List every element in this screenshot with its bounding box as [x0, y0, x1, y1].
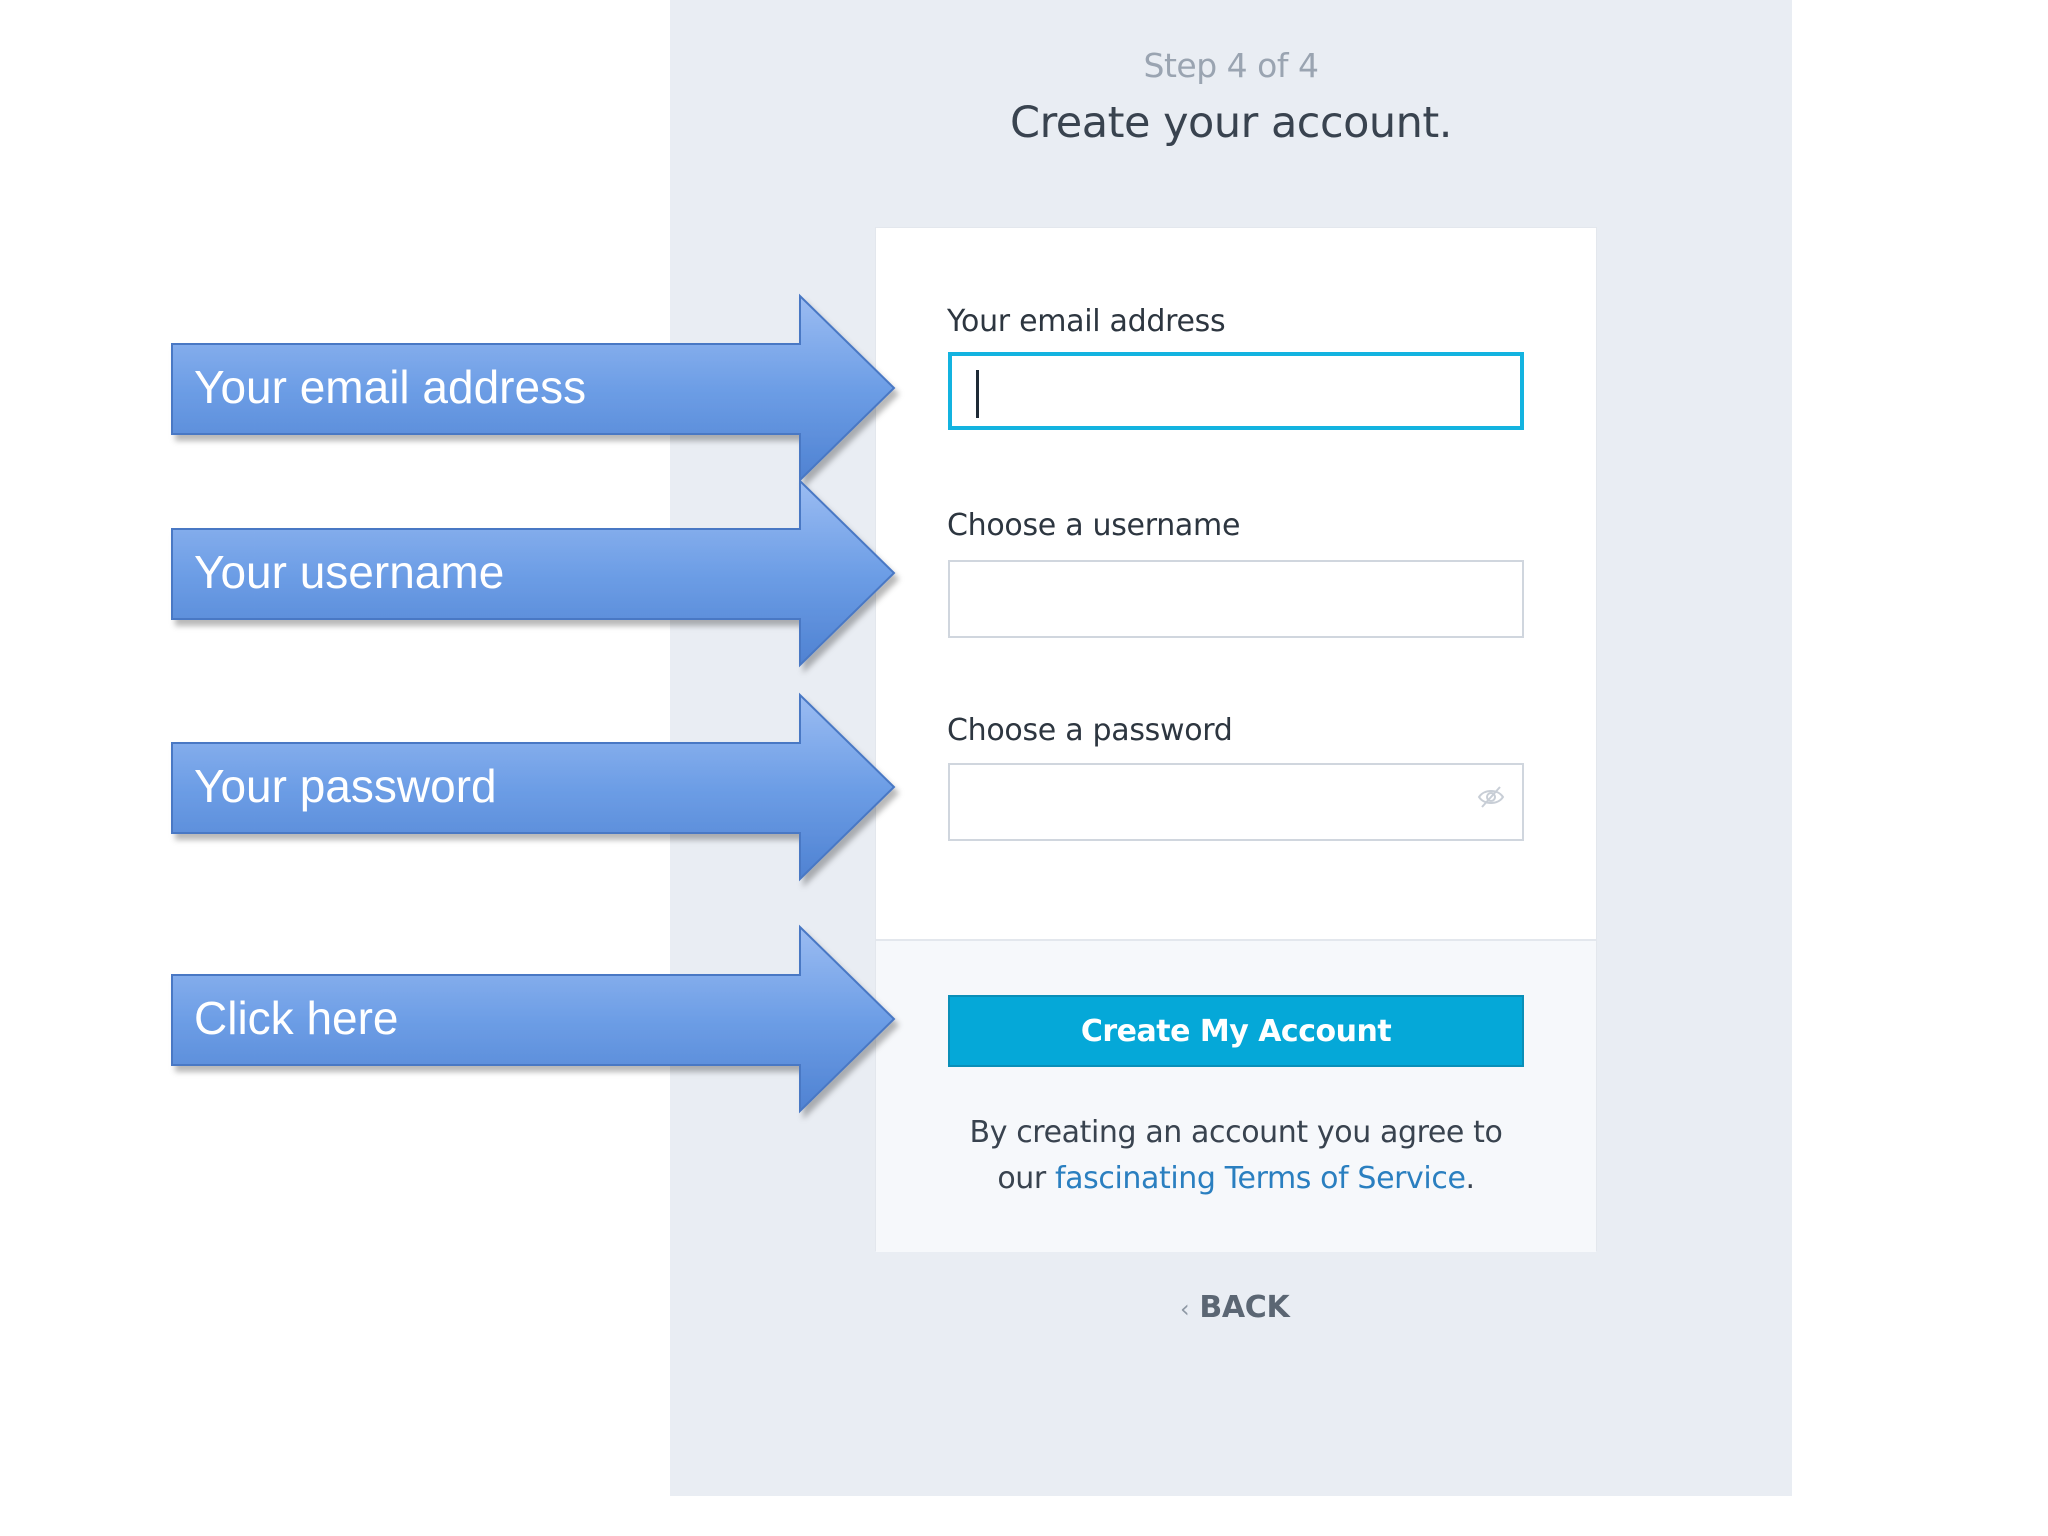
- callout-label: Click here: [194, 992, 399, 1044]
- signup-card: Your email address Choose a username Cho…: [875, 227, 1597, 1252]
- back-link[interactable]: ‹ BACK: [1180, 1290, 1290, 1325]
- terms-line-1: By creating an account you agree to: [969, 1115, 1503, 1150]
- callout-submit: Click here: [170, 924, 900, 1123]
- callout-username: Your username: [170, 478, 900, 677]
- email-label: Your email address: [947, 304, 1226, 339]
- password-field[interactable]: [948, 763, 1524, 841]
- text-caret: [976, 370, 979, 418]
- back-label: BACK: [1199, 1290, 1290, 1325]
- callout-label: Your password: [194, 760, 497, 812]
- step-indicator: Step 4 of 4: [1143, 46, 1319, 85]
- terms-of-service-link[interactable]: fascinating Terms of Service: [1055, 1161, 1466, 1196]
- callout-label: Your email address: [194, 361, 587, 413]
- terms-our: our: [997, 1161, 1046, 1196]
- chevron-left-icon: ‹: [1180, 1295, 1190, 1323]
- email-field[interactable]: [948, 352, 1524, 430]
- callout-label: Your username: [194, 546, 505, 598]
- create-account-button[interactable]: Create My Account: [948, 995, 1524, 1067]
- terms-line-2: our fascinating Terms of Service.: [876, 1156, 1596, 1202]
- eye-slash-icon[interactable]: [1476, 782, 1506, 812]
- username-field[interactable]: [948, 560, 1524, 638]
- password-label: Choose a password: [947, 713, 1233, 748]
- terms-text: By creating an account you agree to our …: [876, 1110, 1596, 1202]
- username-label: Choose a username: [947, 508, 1241, 543]
- callout-email: Your email address: [170, 293, 900, 492]
- page-title: Create your account.: [1010, 98, 1452, 148]
- terms-period: .: [1465, 1161, 1476, 1196]
- callout-password: Your password: [170, 692, 900, 891]
- card-footer: [876, 939, 1596, 1252]
